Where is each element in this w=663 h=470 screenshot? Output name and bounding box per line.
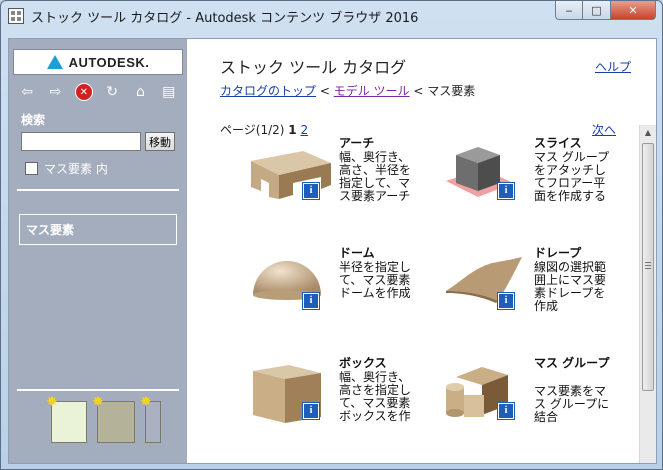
box-thumbnail[interactable] [247, 361, 333, 423]
stop-icon[interactable]: ✕ [74, 83, 93, 101]
help-link[interactable]: ヘルプ [595, 58, 631, 75]
tool-description: 幅、奥行き、高さを指定して、マス要素ボックスを作成 [339, 371, 412, 423]
arch-thumbnail[interactable] [247, 141, 333, 203]
grip-line [645, 265, 651, 266]
page-title: ストック ツール カタログ [220, 58, 407, 77]
tool-bins: ✸ ✸ ✸ [46, 394, 161, 443]
tool-title[interactable]: マス グループ [534, 357, 620, 370]
next-page-link[interactable]: 次へ [592, 121, 616, 138]
tool-title[interactable]: スライス [534, 137, 620, 150]
window-controls: ‒ □ ✕ [555, 1, 656, 20]
breadcrumb-separator: < [316, 84, 334, 98]
forward-arrow-icon[interactable]: ⇨ [46, 83, 64, 101]
tool-tile-mass-group[interactable]: i マス グループ マス要素をマス グループに結合 [442, 357, 622, 457]
breadcrumb: カタログのトップ < モデル ツール < マス要素 [220, 82, 475, 99]
app-window: ストック ツール カタログ - Autodesk コンテンツ ブラウザ 2016… [0, 0, 663, 470]
close-button[interactable]: ✕ [611, 1, 656, 20]
new-catalog-icon[interactable]: ✸ [46, 394, 87, 443]
pager-label: ページ(1/2) [220, 123, 289, 137]
tool-description: 幅、奥行き、高さ、半径を指定して、マス要素アーチを作成 [339, 151, 412, 203]
tool-tile-arch[interactable]: i アーチ 幅、奥行き、高さ、半径を指定して、マス要素アーチを作成 [247, 137, 427, 237]
info-icon[interactable]: i [497, 292, 515, 310]
tool-description: マス グループをアタッチしてフロアー平面を作成するスライス [534, 151, 610, 203]
scroll-up-arrow-icon[interactable]: ▲ [640, 125, 656, 141]
new-star-icon: ✸ [140, 394, 152, 410]
breadcrumb-separator: < [409, 84, 428, 98]
pager: ページ(1/2) 1 2 [220, 121, 308, 138]
info-icon[interactable]: i [497, 402, 515, 420]
search-input[interactable] [21, 132, 141, 151]
mass-group-thumbnail[interactable] [442, 361, 528, 423]
tool-tile-drape[interactable]: i ドレープ 線図の選択範囲上にマス要素ドレープを作成 [442, 247, 622, 347]
scroll-thumb[interactable] [642, 143, 654, 391]
sidebar-divider-top [17, 189, 179, 191]
current-path-box[interactable]: マス要素 [19, 214, 177, 245]
browser-client: AUTODESK. ⇦ ⇨ ✕ ↻ ⌂ ▤ 検索 移動 マス要素 内 マス要素 [8, 38, 657, 464]
info-icon[interactable]: i [497, 182, 515, 200]
tool-tile-box[interactable]: i ボックス 幅、奥行き、高さを指定して、マス要素ボックスを作成 [247, 357, 427, 457]
catalog-main: ストック ツール カタログ ヘルプ カタログのトップ < モデル ツール < マ… [187, 39, 656, 463]
breadcrumb-catalog-top[interactable]: カタログのトップ [220, 84, 316, 98]
logo-text: AUTODESK. [68, 54, 150, 70]
tool-title[interactable]: ボックス [339, 357, 425, 370]
search-within-row: マス要素 内 [25, 160, 108, 177]
tool-tile-slice[interactable]: i スライス マス グループをアタッチしてフロアー平面を作成するスライス [442, 137, 622, 237]
pager-page-2[interactable]: 2 [300, 123, 308, 137]
pager-current: 1 [288, 123, 297, 137]
new-star-icon: ✸ [92, 394, 104, 410]
app-icon[interactable] [8, 8, 24, 24]
search-within-label: マス要素 内 [44, 162, 108, 176]
search-go-button[interactable]: 移動 [145, 132, 175, 151]
tool-description: マス要素をマス グループに結合 [534, 385, 610, 423]
window-title: ストック ツール カタログ - Autodesk コンテンツ ブラウザ 2016 [31, 11, 419, 26]
breadcrumb-current: マス要素 [427, 84, 476, 98]
print-icon[interactable]: ▤ [160, 83, 178, 101]
tool-title[interactable]: ドーム [339, 247, 425, 260]
dome-thumbnail[interactable] [247, 251, 333, 313]
drape-thumbnail[interactable] [442, 251, 528, 313]
autodesk-logo[interactable]: AUTODESK. [13, 49, 183, 75]
slice-thumbnail[interactable] [442, 141, 528, 203]
new-star-icon: ✸ [46, 394, 58, 410]
tool-grid: i アーチ 幅、奥行き、高さ、半径を指定して、マス要素アーチを作成 i スライス… [247, 137, 627, 459]
vertical-scrollbar[interactable]: ▲ [639, 125, 656, 463]
tool-description: 半径を指定して、マス要素ドームを作成 [339, 261, 412, 300]
breadcrumb-model-tools[interactable]: モデル ツール [334, 84, 410, 98]
grip-line [645, 268, 651, 269]
tool-description: 線図の選択範囲上にマス要素ドレープを作成 [534, 261, 607, 313]
tool-title[interactable]: アーチ [339, 137, 425, 150]
nav-toolbar: ⇦ ⇨ ✕ ↻ ⌂ ▤ [13, 79, 183, 105]
search-within-checkbox[interactable] [25, 162, 38, 175]
back-arrow-icon[interactable]: ⇦ [18, 83, 36, 101]
info-icon[interactable]: i [302, 292, 320, 310]
grip-line [645, 262, 651, 263]
new-palette-group-icon[interactable]: ✸ [140, 394, 161, 443]
new-tool-palette-icon[interactable]: ✸ [92, 394, 135, 443]
refresh-icon[interactable]: ↻ [103, 83, 121, 101]
home-icon[interactable]: ⌂ [131, 83, 149, 101]
sidebar: AUTODESK. ⇦ ⇨ ✕ ↻ ⌂ ▤ 検索 移動 マス要素 内 マス要素 [9, 39, 187, 463]
title-bar[interactable]: ストック ツール カタログ - Autodesk コンテンツ ブラウザ 2016… [1, 1, 662, 31]
maximize-button[interactable]: □ [583, 1, 611, 20]
info-icon[interactable]: i [302, 402, 320, 420]
search-label: 検索 [21, 113, 46, 127]
tool-title[interactable]: ドレープ [534, 247, 620, 260]
info-icon[interactable]: i [302, 182, 320, 200]
autodesk-logo-icon [46, 55, 63, 69]
minimize-button[interactable]: ‒ [555, 1, 583, 20]
tool-tile-dome[interactable]: i ドーム 半径を指定して、マス要素ドームを作成 [247, 247, 427, 347]
sidebar-divider-bottom [17, 389, 179, 391]
